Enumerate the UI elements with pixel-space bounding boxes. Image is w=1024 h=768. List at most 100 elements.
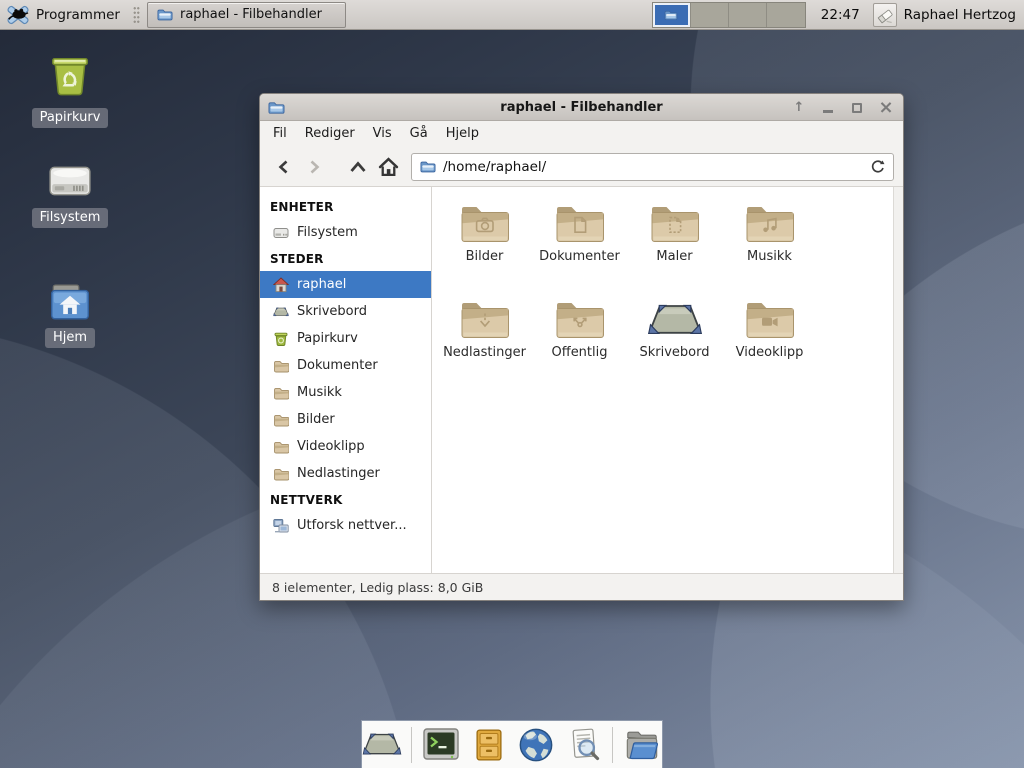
sidebar-item-filsystem[interactable]: Filsystem [260,219,431,246]
sidebar-item-papirkurv[interactable]: Papirkurv [260,325,431,352]
reload-icon[interactable] [870,159,885,174]
blue-folder-icon [622,727,662,763]
menu-rediger[interactable]: Rediger [296,121,364,147]
panel-grip [133,6,140,24]
applications-menu-button[interactable]: Programmer [4,1,126,29]
file-label: Bilder [466,249,504,264]
sidebar-item-label: Filsystem [297,225,358,240]
file-item-maler[interactable]: Maler [627,200,722,296]
forward-button[interactable] [299,152,329,182]
applications-menu-label: Programmer [36,7,120,23]
folder-icon [273,466,289,482]
shade-button[interactable]: ↑ [792,100,806,116]
desktop-icon-filesystem[interactable]: Filsystem [18,158,122,228]
file-item-bilder[interactable]: Bilder [437,200,532,296]
file-cabinet-button[interactable] [470,725,508,765]
sidebar-item-raphael[interactable]: raphael [260,271,431,298]
maximize-button[interactable] [850,100,864,116]
sidebar-item-label: Skrivebord [297,304,367,319]
sidebar: ENHETER Filsystem STEDER [260,187,432,573]
desktop-icon-label: Papirkurv [32,108,109,128]
sidebar-item-label: Bilder [297,412,335,427]
search-icon [566,726,602,764]
chevron-right-icon [306,159,322,175]
file-label: Musikk [747,249,792,264]
xfce-logo-icon [6,3,30,27]
file-item-musikk[interactable]: Musikk [722,200,817,296]
menu-hjelp[interactable]: Hjelp [437,121,488,147]
sidebar-item-bilder[interactable]: Bilder [260,406,431,433]
file-label: Nedlastinger [443,345,526,360]
file-label: Dokumenter [539,249,620,264]
sidebar-item-musikk[interactable]: Musikk [260,379,431,406]
files-folder-button[interactable] [622,725,662,765]
sidebar-item-label: Nedlastinger [297,466,380,481]
workspace-4[interactable] [767,3,805,27]
sidebar-item-label: Papirkurv [297,331,358,346]
vertical-scrollbar[interactable] [893,187,903,573]
workspace-2[interactable] [691,3,729,27]
file-item-nedlastinger[interactable]: Nedlastinger [437,296,532,392]
window-title: raphael - Filbehandler [500,100,662,115]
path-text: /home/raphael/ [443,159,863,175]
file-item-dokumenter[interactable]: Dokumenter [532,200,627,296]
menu-ga[interactable]: Gå [401,121,437,147]
taskbar-window-title: raphael - Filbehandler [180,7,322,22]
sidebar-item-label: Musikk [297,385,342,400]
desktop-icon-trash[interactable]: Papirkurv [18,52,122,128]
folder-icon [664,9,678,21]
path-field[interactable]: /home/raphael/ [411,153,894,181]
video-emblem-icon [759,310,781,332]
sidebar-item-videoklipp[interactable]: Videoklipp [260,433,431,460]
browser-globe-icon [517,726,555,764]
web-browser-button[interactable] [517,725,555,765]
home-icon [378,157,399,177]
desktop: Programmer raphael - Filbehandler 22:47 [0,0,1024,768]
up-button[interactable] [343,152,373,182]
file-item-videoklipp[interactable]: Videoklipp [722,296,817,392]
sidebar-item-label: Utforsk nettver... [297,518,407,533]
user-icon [873,3,897,27]
desktop-icon-label: Hjem [45,328,95,348]
music-emblem-icon [759,214,781,236]
sidebar-item-label: Videoklipp [297,439,365,454]
status-text: 8 ielementer, Ledig plass: 8,0 GiB [272,580,483,595]
taskbar-window-button[interactable]: raphael - Filbehandler [147,2,346,28]
user-menu-button[interactable]: Raphael Hertzog [873,3,1016,27]
hard-drive-icon [273,225,289,241]
clock[interactable]: 22:47 [821,7,860,23]
sidebar-header-network: NETTVERK [260,487,431,512]
file-item-skrivebord[interactable]: Skrivebord [627,296,722,392]
sidebar-item-nedlastinger[interactable]: Nedlastinger [260,460,431,487]
file-item-offentlig[interactable]: Offentlig [532,296,627,392]
back-button[interactable] [269,152,299,182]
sidebar-item-dokumenter[interactable]: Dokumenter [260,352,431,379]
close-button[interactable]: × [879,100,893,116]
file-label: Skrivebord [639,345,709,360]
workspace-3[interactable] [729,3,767,27]
file-label: Offentlig [552,345,608,360]
terminal-button[interactable] [421,725,461,765]
home-button[interactable] [373,152,403,182]
share-emblem-icon [569,310,591,332]
file-view: Bilder Dokumenter [432,187,903,573]
network-icon [273,518,289,534]
trash-icon [273,331,289,347]
document-emblem-icon [569,214,591,236]
minimize-button[interactable] [821,100,835,116]
workspace-1[interactable] [653,3,691,27]
file-cabinet-icon [472,726,506,764]
sidebar-item-network[interactable]: Utforsk nettver... [260,512,431,539]
sidebar-item-skrivebord[interactable]: Skrivebord [260,298,431,325]
desktop-icon [647,301,703,339]
show-desktop-button[interactable] [362,725,402,765]
search-button[interactable] [565,725,603,765]
menu-vis[interactable]: Vis [364,121,401,147]
user-name: Raphael Hertzog [904,7,1016,23]
title-bar[interactable]: raphael - Filbehandler ↑ × [260,94,903,121]
camera-emblem-icon [474,214,496,236]
workspace-switcher [652,2,806,28]
desktop-icon-home[interactable]: Hjem [18,278,122,348]
folder-icon [268,99,285,116]
menu-fil[interactable]: Fil [264,121,296,147]
